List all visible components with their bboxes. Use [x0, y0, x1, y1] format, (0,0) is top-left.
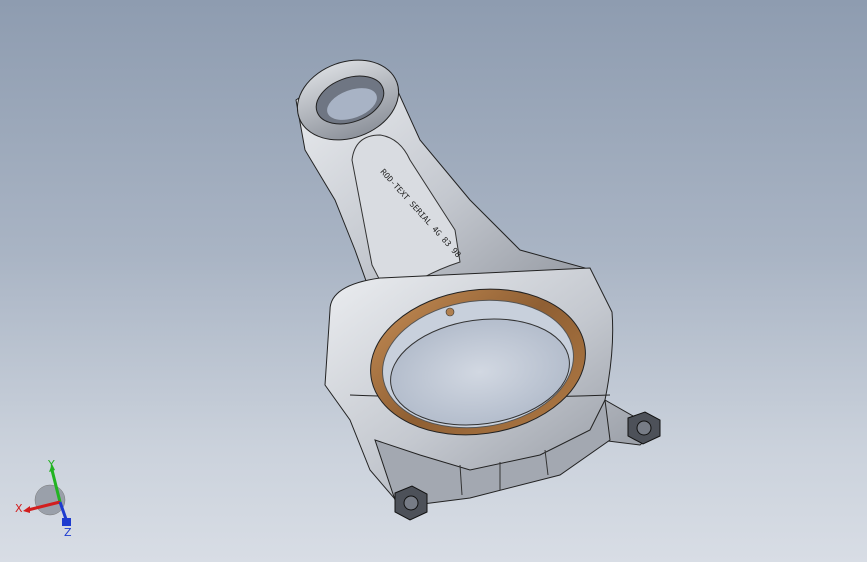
connecting-rod-model[interactable]: ROD-TEXT SERIAL 4G 83 98: [0, 0, 867, 562]
graphics-viewport[interactable]: ROD-TEXT SERIAL 4G 83 98 Y X Z: [0, 0, 867, 562]
triad-x-label: X: [15, 502, 23, 515]
rod-bolt-left: [394, 485, 428, 521]
reference-triad[interactable]: Y X Z: [14, 458, 84, 538]
triad-y-label: Y: [47, 458, 55, 471]
triad-z-label: Z: [64, 526, 72, 538]
